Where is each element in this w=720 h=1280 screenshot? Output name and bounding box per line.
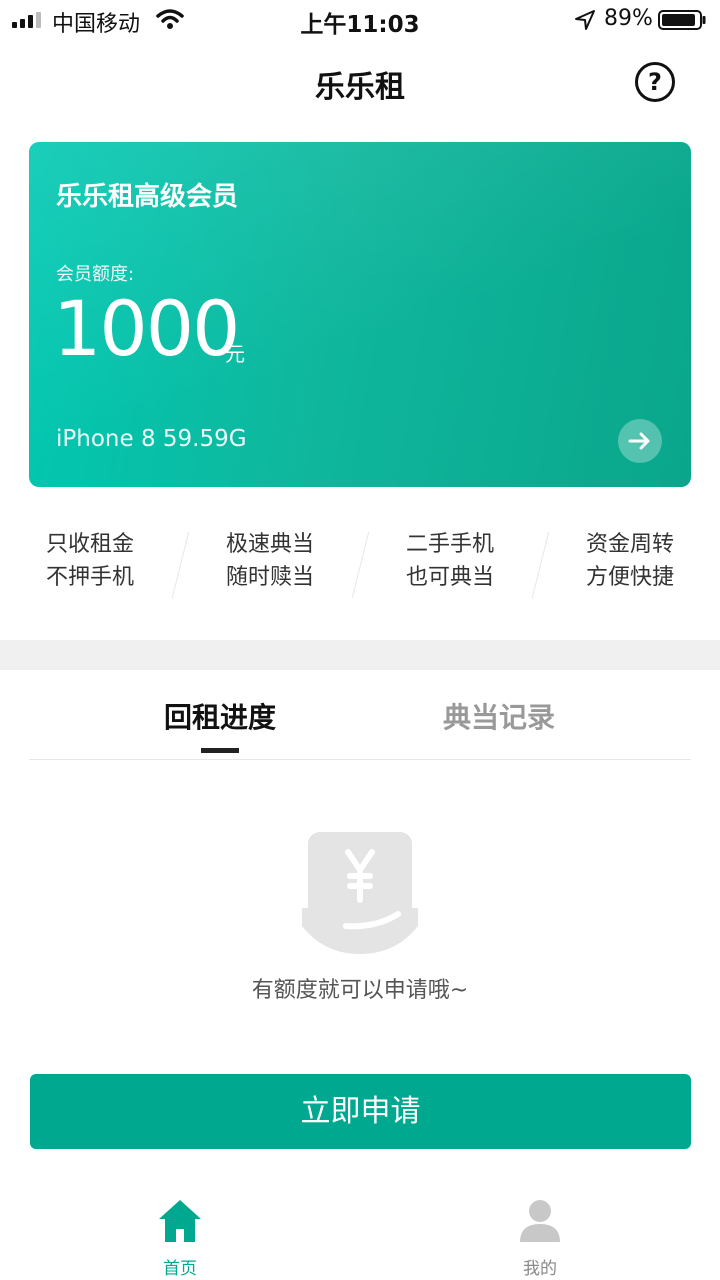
location-arrow-icon: [575, 10, 595, 30]
feature-line: 只收租金: [45, 532, 134, 557]
yuan-hand-icon: [302, 832, 418, 954]
feature-item: 资金周转 方便快捷: [540, 528, 720, 594]
feature-item: 只收租金 不押手机: [0, 528, 180, 594]
feature-item: 二手手机 也可典当: [360, 528, 540, 594]
feature-line: 方便快捷: [585, 565, 674, 590]
tab-pawn-records[interactable]: 典当记录: [399, 696, 599, 736]
nav-home[interactable]: 首页: [120, 1180, 240, 1280]
card-title: 乐乐租高级会员: [56, 182, 239, 212]
quota-label: 会员额度:: [56, 264, 135, 285]
feature-line: 资金周转: [585, 532, 674, 557]
nav-mine-label: 我的: [523, 1259, 557, 1279]
feature-line: 不押手机: [45, 565, 134, 590]
record-tabs: 回租进度 典当记录: [29, 670, 691, 760]
status-bar: 中国移动 上午11:03 89%: [0, 0, 720, 40]
arrow-right-icon[interactable]: [618, 419, 662, 463]
nav-mine[interactable]: 我的: [480, 1180, 600, 1280]
feature-line: 也可典当: [405, 565, 494, 590]
nav-home-label: 首页: [163, 1259, 197, 1279]
feature-item: 极速典当 随时赎当: [180, 528, 360, 594]
page-title: 乐乐租: [315, 70, 405, 105]
feature-line: 随时赎当: [225, 565, 314, 590]
feature-line: 极速典当: [225, 532, 314, 557]
battery-percent: 89%: [604, 6, 653, 31]
app-header: 乐乐租 ?: [0, 50, 720, 114]
feature-line: 二手手机: [405, 532, 494, 557]
tab-indicator: [201, 748, 239, 753]
quota-unit: 元: [225, 342, 245, 366]
help-icon[interactable]: ?: [635, 62, 675, 102]
member-card[interactable]: 乐乐租高级会员 会员额度: 1000 元 iPhone 8 59.59G: [29, 142, 691, 487]
quota-value: 1000: [53, 284, 240, 373]
device-info: iPhone 8 59.59G: [56, 426, 247, 452]
home-icon: [159, 1200, 201, 1242]
user-icon: [520, 1200, 560, 1242]
tab-lease-progress[interactable]: 回租进度: [120, 696, 320, 736]
apply-now-button[interactable]: 立即申请: [30, 1074, 691, 1149]
empty-state-text: 有额度就可以申请哦~: [251, 978, 469, 1003]
feature-list: 只收租金 不押手机 极速典当 随时赎当 二手手机 也可典当 资金周转 方便快捷: [0, 528, 720, 608]
battery-icon: [658, 10, 706, 30]
section-divider: [0, 640, 720, 670]
bottom-nav: 首页 我的: [0, 1180, 720, 1280]
